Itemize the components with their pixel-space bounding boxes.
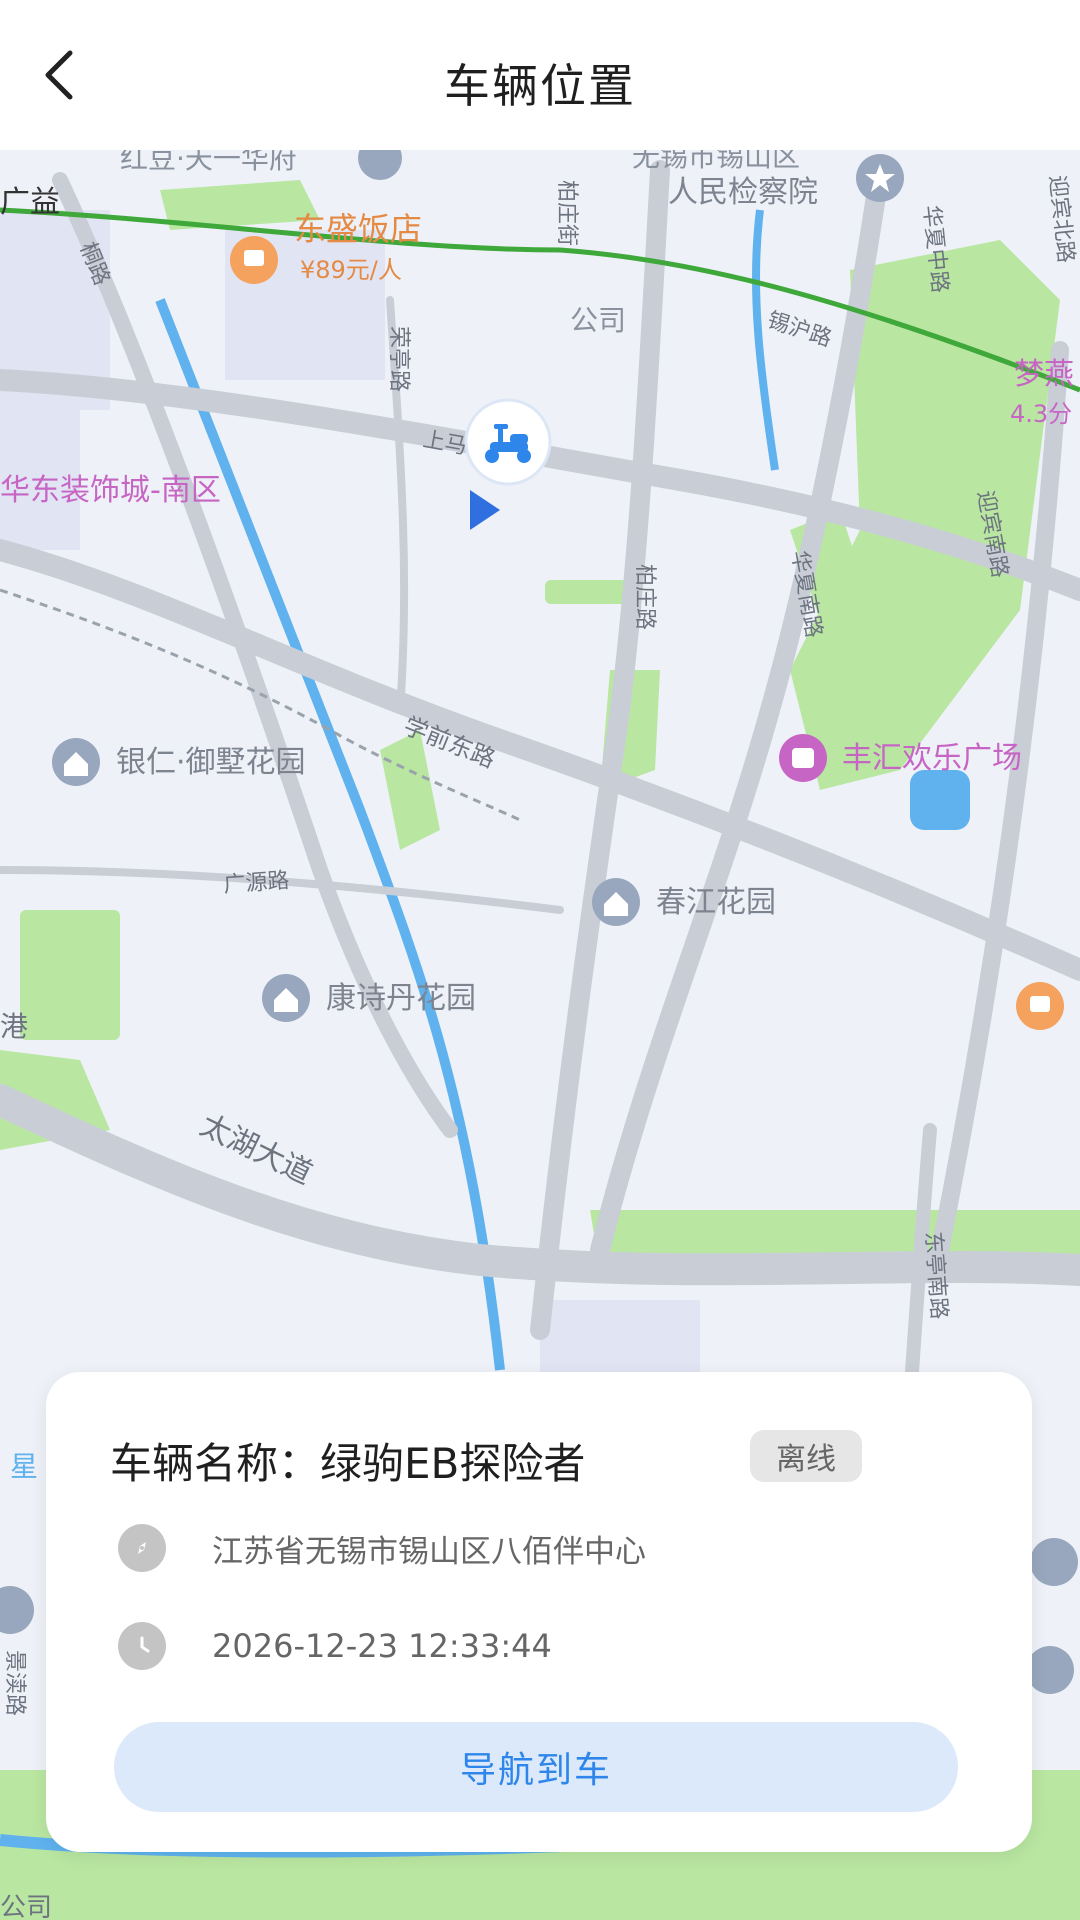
label-huadong: 华东装饰城-南区 [0,473,221,508]
compass-icon [118,1524,166,1572]
page-title: 车辆位置 [444,59,636,113]
label-edge-xing: 星 [10,1450,38,1483]
label-road-jingdu: 景渎路 [2,1650,27,1716]
label-road-bozhuangjie: 柏庄街 [554,180,579,246]
label-road-guangyuan: 广源路 [223,868,291,898]
address-row: 江苏省无锡市锡山区八佰伴中心 [118,1524,646,1572]
label-dongsheng: 东盛饭店 [294,210,422,248]
label-kangshidan: 康诗丹花园 [326,981,476,1016]
label-jianchayuan-2: 人民检察院 [668,175,818,210]
status-badge: 离线 [750,1430,862,1482]
label-chunjiang: 春江花园 [656,885,776,920]
map-poi-right-2[interactable] [1026,1646,1074,1694]
vehicle-info-card: 车辆名称：绿驹EB探险者 离线 江苏省无锡市锡山区八佰伴中心 2026-12-2… [46,1372,1032,1852]
map-poi-kangshidan[interactable] [262,974,310,1022]
label-dongsheng-price: ¥89元/人 [300,256,402,284]
label-jianchayuan-1: 无锡市锡山区 [632,150,800,173]
label-edge-gang: 港 [0,1010,28,1043]
address-text: 江苏省无锡市锡山区八佰伴中心 [212,1533,646,1570]
label-mengyan-time: 4.3分 [1010,400,1072,428]
label-road-bozhuang: 柏庄路 [632,564,657,630]
map-poi-restaurant-dongsheng[interactable] [230,236,278,284]
label-hongdou: 红豆·天一华府 [120,150,297,175]
navigate-to-vehicle-button[interactable]: 导航到车 [114,1722,958,1812]
label-gongsi: 公司 [570,304,626,337]
map-poi-right-1[interactable] [1030,1538,1078,1586]
map-poi-fenghui[interactable] [779,734,827,782]
label-guangyi: 广益 [0,185,60,220]
timestamp-text: 2026-12-23 12:33:44 [212,1627,552,1665]
map-poi-restaurant-east[interactable] [1016,982,1064,1030]
clock-icon [118,1622,166,1670]
label-fenghui: 丰汇欢乐广场 [842,741,1022,776]
map-poi-yinren[interactable] [52,738,100,786]
map-poi-star[interactable] [856,154,904,202]
label-yinren: 银仁·御墅花园 [116,745,306,780]
label-mengyan: 梦燕 [1014,357,1074,392]
map-poi-chunjiang[interactable] [592,878,640,926]
label-edge-gongsi-bottom: 公司 [0,1893,52,1920]
header-bar: 车辆位置 [0,0,1080,150]
label-road-rongting: 荣亭路 [386,326,411,392]
vehicle-name: 车辆名称：绿驹EB探险者 [110,1439,586,1488]
time-row: 2026-12-23 12:33:44 [118,1622,552,1670]
